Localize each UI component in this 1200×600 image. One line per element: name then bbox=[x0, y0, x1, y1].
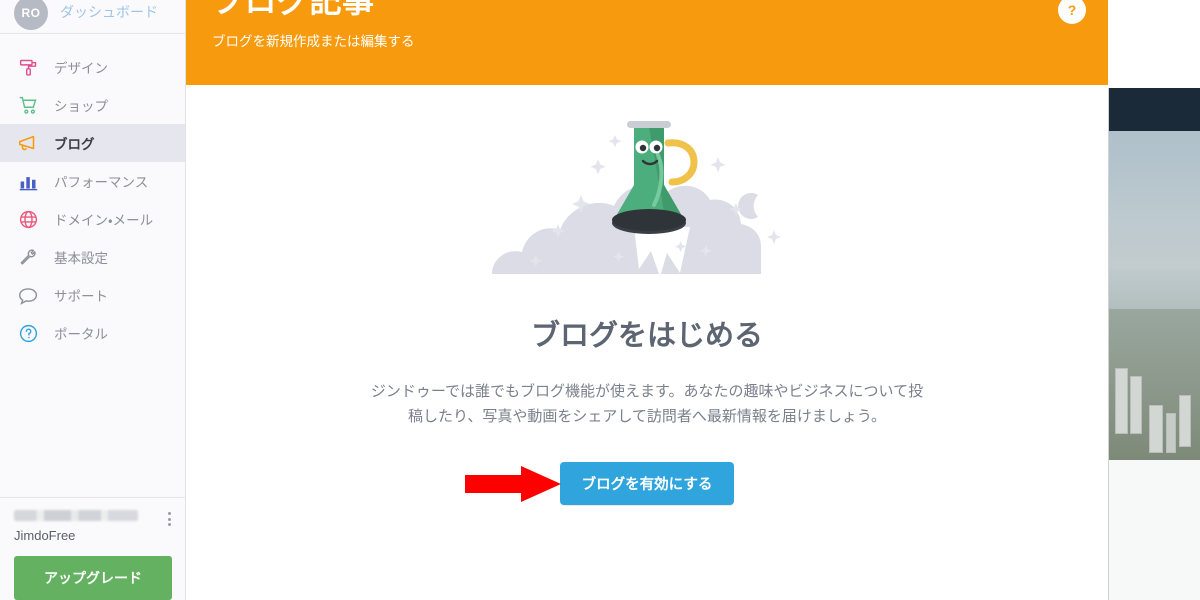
jimdo-admin-screen: RO ダッシュボード デザイン ショップ ブログ パフォーマンス ドメイン・メー… bbox=[0, 0, 1200, 600]
upgrade-button[interactable]: アップグレード bbox=[14, 556, 172, 600]
photo-sky bbox=[1109, 131, 1200, 270]
cta-row: ブログを有効にする bbox=[186, 461, 1108, 505]
sidebar-item-domain-mail[interactable]: ドメイン・メール bbox=[0, 200, 185, 238]
sidebar-item-label: ショップ bbox=[54, 99, 108, 114]
activate-blog-button[interactable]: ブログを有効にする bbox=[559, 461, 735, 505]
avatar[interactable]: RO bbox=[14, 0, 48, 30]
photo-haze bbox=[1109, 262, 1200, 316]
shopping-cart-icon bbox=[16, 93, 40, 117]
page-title: ブログ記事 bbox=[212, 0, 375, 19]
red-arrow-annotation-icon bbox=[463, 464, 563, 509]
sidebar: RO ダッシュボード デザイン ショップ ブログ パフォーマンス ドメイン・メー… bbox=[0, 0, 186, 600]
empty-state-description: ジンドゥーでは誰でもブログ機能が使えます。あなたの趣味やビジネスについて投稿した… bbox=[370, 383, 924, 425]
photo-tower bbox=[1149, 405, 1163, 454]
sidebar-account-header[interactable]: RO ダッシュボード bbox=[0, 0, 185, 34]
sidebar-item-performance[interactable]: パフォーマンス bbox=[0, 162, 185, 200]
sidebar-item-design[interactable]: デザイン bbox=[0, 48, 185, 86]
sidebar-item-portal[interactable]: ポータル bbox=[0, 314, 185, 352]
wrench-icon bbox=[16, 245, 40, 269]
globe-icon bbox=[16, 207, 40, 231]
preview-top-gap bbox=[1108, 0, 1200, 88]
chat-bubble-icon bbox=[16, 283, 40, 307]
megaphone-icon bbox=[16, 131, 40, 155]
sidebar-item-label: ブログ bbox=[54, 137, 95, 152]
plan-name: JimdoFree bbox=[14, 528, 76, 543]
bar-chart-icon bbox=[16, 169, 40, 193]
preview-site-body bbox=[1108, 460, 1200, 600]
question-circle-icon bbox=[16, 321, 40, 345]
empty-state: ブログをはじめる ジンドゥーでは誰でもブログ機能が使えます。あなたの趣味やビジネ… bbox=[186, 85, 1108, 600]
preview-site-header bbox=[1108, 88, 1200, 131]
city-skyline-photo bbox=[1108, 131, 1200, 460]
sidebar-item-label: ポータル bbox=[54, 327, 108, 342]
help-icon[interactable]: ? bbox=[1058, 0, 1086, 24]
page-subtitle: ブログを新規作成または編集する bbox=[212, 34, 415, 49]
sidebar-item-label: パフォーマンス bbox=[54, 175, 149, 190]
photo-tower bbox=[1179, 394, 1191, 447]
sidebar-item-label: デザイン bbox=[54, 61, 108, 76]
sidebar-item-shop[interactable]: ショップ bbox=[0, 86, 185, 124]
site-name-redacted bbox=[14, 510, 138, 521]
sidebar-footer: JimdoFree アップグレード bbox=[0, 497, 185, 600]
sidebar-item-label: サポート bbox=[54, 289, 108, 304]
sidebar-item-label: ドメイン・メール bbox=[54, 213, 154, 228]
main-panel: ブログ記事 ブログを新規作成または編集する ? ブログをはじめる ジンドゥーでは… bbox=[186, 0, 1108, 600]
sidebar-item-support[interactable]: サポート bbox=[0, 276, 185, 314]
sidebar-nav: デザイン ショップ ブログ パフォーマンス ドメイン・メール 基本設定 サポート… bbox=[0, 34, 185, 352]
site-menu-kebab-icon[interactable] bbox=[168, 510, 171, 526]
photo-tower bbox=[1115, 367, 1128, 434]
sidebar-item-blog[interactable]: ブログ bbox=[0, 124, 185, 162]
photo-tower bbox=[1130, 375, 1142, 434]
site-info-row: JimdoFree bbox=[14, 510, 171, 543]
sidebar-item-label: 基本設定 bbox=[54, 251, 108, 266]
website-preview-panel[interactable] bbox=[1108, 0, 1200, 600]
paint-roller-icon bbox=[16, 55, 40, 79]
page-header-banner: ブログ記事 ブログを新規作成または編集する ? bbox=[186, 0, 1108, 85]
sidebar-item-settings[interactable]: 基本設定 bbox=[0, 238, 185, 276]
empty-state-title: ブログをはじめる bbox=[530, 320, 763, 352]
flask-rocket-illustration bbox=[186, 85, 1108, 290]
sidebar-item-dashboard[interactable]: ダッシュボード bbox=[60, 2, 158, 22]
photo-tower bbox=[1166, 413, 1176, 454]
